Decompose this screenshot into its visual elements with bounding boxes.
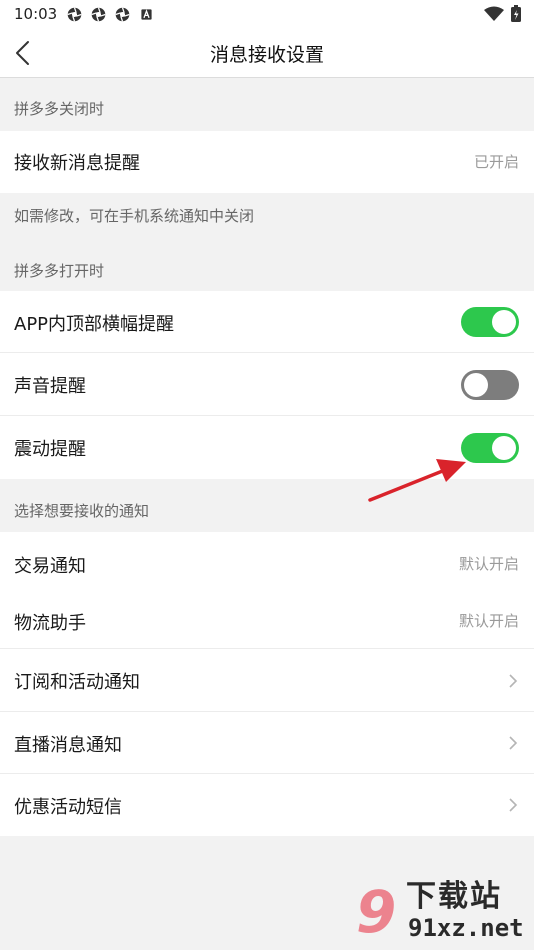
logistics-helper-row[interactable]: 物流助手 默认开启 (0, 589, 534, 649)
watermark-logo: 9 下载站 91xz.net (356, 878, 528, 946)
chevron-right-icon (509, 798, 518, 812)
row-label: 直播消息通知 (14, 735, 122, 756)
trade-notice-row[interactable]: 交易通知 默认开启 (0, 532, 534, 589)
aperture-icon (91, 7, 106, 22)
row-status-value: 默认开启 (458, 612, 519, 630)
status-right-icons (484, 5, 522, 23)
notification-icons (66, 6, 155, 23)
live-message-row[interactable]: 直播消息通知 (0, 712, 534, 774)
promo-sms-row[interactable]: 优惠活动短信 (0, 774, 534, 836)
aperture-icon (67, 7, 82, 22)
receive-new-message-row[interactable]: 接收新消息提醒 已开启 (0, 131, 534, 193)
top-nav-bar: 消息接收设置 (0, 28, 534, 78)
sound-alert-row: 声音提醒 (0, 353, 534, 416)
row-label: 订阅和活动通知 (14, 672, 140, 693)
row-label: 声音提醒 (14, 376, 86, 397)
section-label-open: 拼多多打开时 (14, 262, 105, 280)
battery-charging-icon (511, 5, 521, 22)
row-label: 物流助手 (14, 613, 86, 634)
wifi-icon (484, 6, 504, 21)
chevron-right-icon (509, 674, 518, 688)
subscription-activity-row[interactable]: 订阅和活动通知 (0, 649, 534, 712)
chevron-right-icon (509, 736, 518, 750)
page-title: 消息接收设置 (209, 44, 324, 66)
status-time: 10:03 (14, 5, 58, 23)
row-label: 优惠活动短信 (14, 797, 122, 818)
toggle-knob (492, 310, 516, 334)
system-hint-text: 如需修改，可在手机系统通知中关闭 (14, 207, 255, 225)
row-label: 接收新消息提醒 (14, 153, 140, 174)
aperture-icon (115, 7, 130, 22)
row-label: 交易通知 (14, 556, 86, 577)
section-label-choose: 选择想要接收的通知 (14, 502, 150, 520)
row-status-value: 默认开启 (458, 555, 519, 573)
row-status-value: 已开启 (473, 153, 519, 171)
banner-alert-toggle[interactable] (461, 307, 519, 337)
toggle-knob (492, 436, 516, 460)
section-label-closed: 拼多多关闭时 (14, 100, 105, 118)
watermark-url: 91xz.net (408, 914, 524, 942)
toggle-knob (464, 373, 488, 397)
row-label: APP内顶部横幅提醒 (14, 314, 175, 335)
watermark-number: 9 (356, 878, 397, 946)
banner-alert-row: APP内顶部横幅提醒 (0, 291, 534, 353)
vibration-alert-toggle[interactable] (461, 433, 519, 463)
status-bar: 10:03 (0, 0, 534, 28)
watermark-title: 下载站 (406, 879, 502, 914)
row-label: 震动提醒 (14, 439, 86, 460)
sound-alert-toggle[interactable] (461, 370, 519, 400)
a-badge-icon (141, 9, 152, 20)
vibration-alert-row: 震动提醒 (0, 416, 534, 479)
